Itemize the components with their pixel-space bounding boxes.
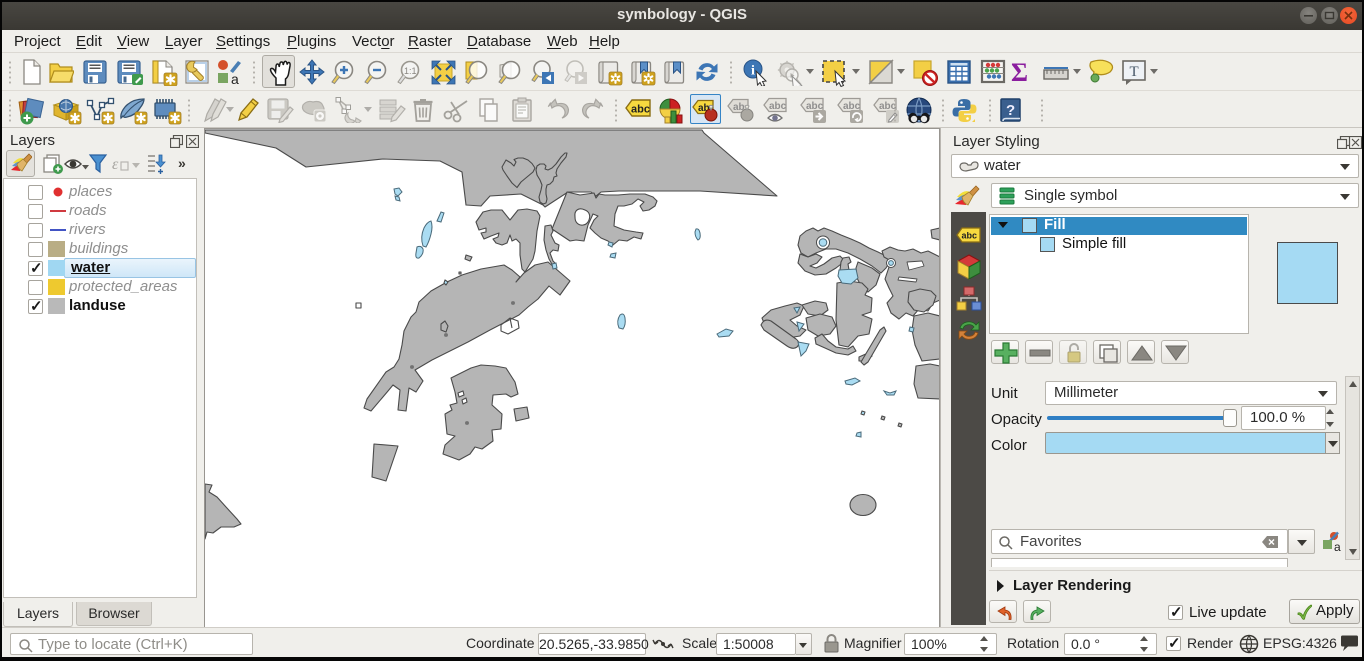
svg-text:a: a xyxy=(1334,540,1341,553)
svg-text:?: ? xyxy=(1006,102,1015,119)
svg-text:abc: abc xyxy=(962,231,978,241)
svg-text:i: i xyxy=(751,64,755,79)
svg-text:abc: abc xyxy=(769,101,787,112)
svg-text:T: T xyxy=(1130,64,1139,80)
svg-text:a: a xyxy=(231,71,239,85)
svg-text:Σ: Σ xyxy=(1011,59,1028,85)
svg-text:1:1: 1:1 xyxy=(404,66,417,76)
svg-text:abc: abc xyxy=(631,104,650,116)
svg-text:ε: ε xyxy=(112,156,119,173)
